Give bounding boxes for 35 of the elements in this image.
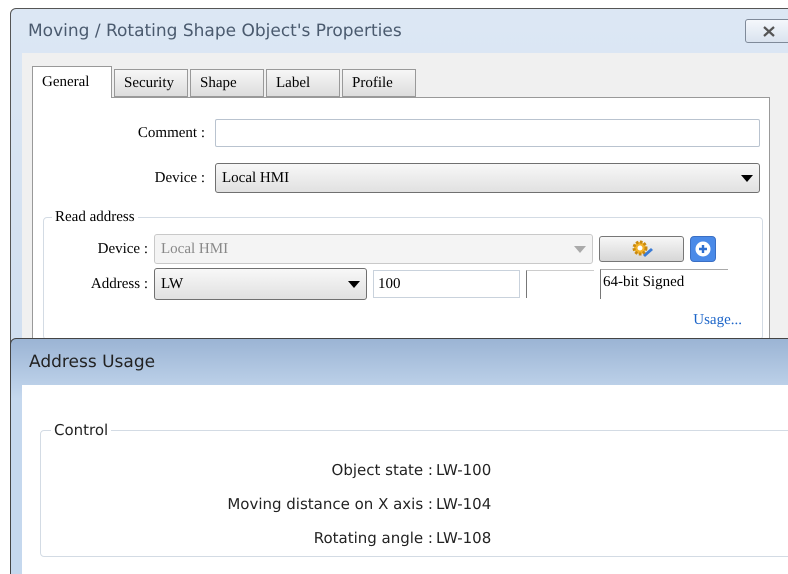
address-field[interactable]: 100 bbox=[373, 270, 520, 298]
dropdown-caret-icon bbox=[741, 174, 753, 182]
window-title: Moving / Rotating Shape Object's Properties bbox=[28, 21, 402, 41]
device-label: Device : bbox=[96, 240, 148, 258]
blank-field[interactable] bbox=[526, 270, 594, 298]
device-dropdown[interactable]: Local HMI bbox=[215, 163, 760, 193]
add-button[interactable] bbox=[690, 236, 716, 262]
address-type-dropdown[interactable]: LW bbox=[154, 268, 367, 300]
usage-link[interactable]: Usage... bbox=[693, 312, 742, 329]
plus-icon bbox=[695, 241, 711, 257]
device-label: Device : bbox=[154, 170, 205, 186]
dropdown-caret-icon bbox=[574, 246, 586, 252]
tab[interactable]: General bbox=[32, 66, 112, 98]
usage-value: LW-100 bbox=[435, 461, 492, 479]
usage-label: Moving distance on X axis : bbox=[226, 495, 433, 513]
tab[interactable]: Label bbox=[266, 69, 340, 97]
tab[interactable]: Shape bbox=[190, 69, 264, 97]
group-title: Control bbox=[53, 421, 110, 439]
window-title: Address Usage bbox=[29, 352, 156, 372]
dropdown-caret-icon bbox=[348, 280, 360, 288]
usage-label: Rotating angle : bbox=[312, 529, 433, 547]
close-icon bbox=[762, 26, 776, 36]
usage-label: Object state : bbox=[330, 461, 433, 479]
comment-label: Comment : bbox=[136, 124, 205, 142]
comment-field[interactable] bbox=[215, 119, 760, 147]
data-type-text: 64-bit Signed bbox=[600, 269, 728, 299]
usage-value: LW-104 bbox=[435, 495, 492, 513]
tab[interactable]: Security bbox=[114, 69, 188, 97]
usage-value: LW-108 bbox=[435, 529, 492, 547]
group-title: Read address bbox=[54, 209, 136, 226]
close-button[interactable] bbox=[745, 19, 788, 43]
gear-icon bbox=[630, 239, 654, 259]
tab[interactable]: Profile bbox=[342, 69, 416, 97]
settings-button[interactable] bbox=[599, 236, 684, 262]
address-label: Address : bbox=[90, 276, 148, 292]
